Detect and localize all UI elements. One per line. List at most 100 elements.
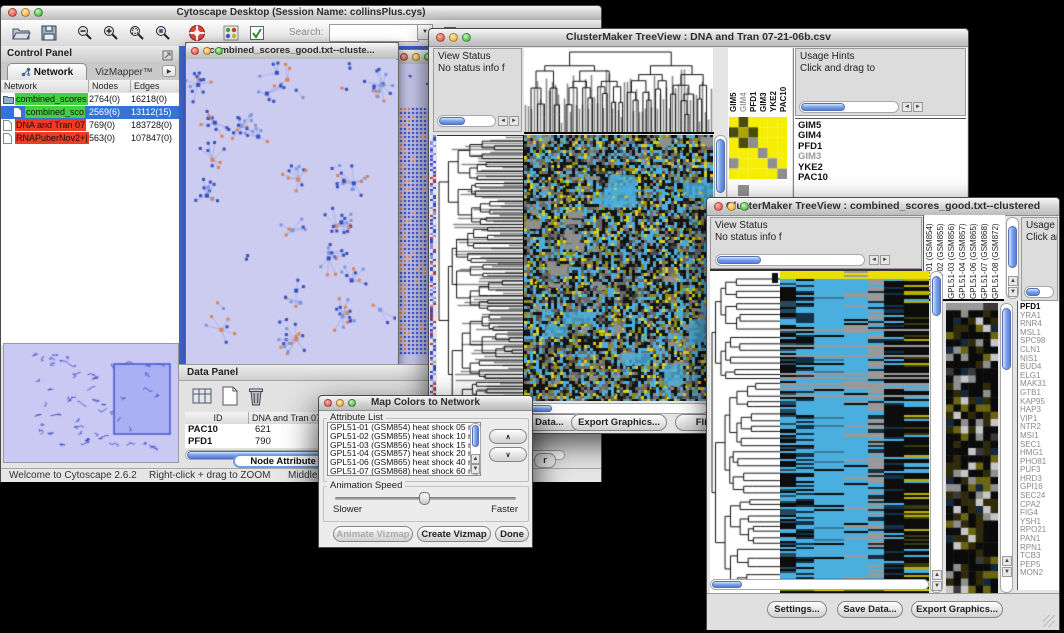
scrollbar-thumb[interactable] (801, 103, 845, 111)
slider-thumb[interactable] (419, 492, 430, 505)
zoom-out-icon[interactable] (73, 22, 97, 44)
zoom-in-icon[interactable] (99, 22, 123, 44)
attribute-item[interactable]: GPL51-01 (GSM854) heat shock 05 min (328, 423, 480, 432)
zoom-window-icon[interactable] (740, 202, 749, 211)
close-icon[interactable] (436, 33, 445, 42)
heatmap-vscrollbar[interactable]: ▲ ▼ (930, 271, 943, 593)
col-nodes[interactable]: Nodes (89, 80, 131, 92)
minimize-icon[interactable] (21, 8, 30, 17)
vscrollbar-thumb[interactable] (716, 139, 725, 193)
attribute-item[interactable]: GPL51-04 (GSM857) heat shock 20 min (328, 449, 480, 458)
scroll-up-icon[interactable]: ▲ (1002, 556, 1012, 566)
heatmap-hscrollbar[interactable] (524, 403, 708, 414)
view-status-scrollbar[interactable] (715, 254, 865, 266)
scroll-right-icon[interactable]: ► (913, 102, 923, 112)
scroll-up-icon[interactable]: ▲ (471, 454, 480, 464)
attribute-item[interactable]: GPL51-02 (GSM855) heat shock 10 min (328, 432, 480, 441)
network-row[interactable]: DNA and Tran 07 769(0) 183728(0) (1, 119, 179, 132)
minimize-icon[interactable] (336, 399, 344, 407)
col-network[interactable]: Network (1, 80, 89, 92)
usage-hints-scrollbar[interactable] (1024, 286, 1054, 298)
minimize-icon[interactable] (727, 202, 736, 211)
minimize-icon[interactable] (412, 53, 420, 61)
attribute-item[interactable]: GPL51-06 (GSM865) heat shock 40 min (328, 458, 480, 467)
open-file-button[interactable] (9, 22, 33, 44)
zoom-window-icon[interactable] (215, 47, 223, 55)
zoom-window-icon[interactable] (34, 8, 43, 17)
close-icon[interactable] (8, 8, 17, 17)
tab-network[interactable]: Network (7, 63, 87, 80)
row-dendrogram-canvas[interactable] (710, 271, 780, 593)
scroll-right-icon[interactable]: ► (880, 255, 890, 265)
save-data-button[interactable]: Save Data... (837, 601, 903, 618)
gene-label[interactable]: MON2 (1018, 569, 1059, 578)
help-icon[interactable] (185, 22, 209, 44)
close-icon[interactable] (324, 399, 332, 407)
animate-vizmap-button[interactable]: Animate Vizmap (333, 526, 413, 542)
row-dendrogram-canvas[interactable] (437, 135, 523, 422)
gpl-vscrollbar[interactable]: ▲ ▼ (1006, 217, 1019, 299)
minimize-icon[interactable] (449, 33, 458, 42)
treeview1-title-bar[interactable]: ClusterMaker TreeView : DNA and Tran 07-… (429, 29, 968, 47)
network-row-selected[interactable]: combined_sco 2569(6) 13112(15) (1, 106, 179, 119)
scroll-left-icon[interactable]: ◄ (498, 116, 508, 126)
minimize-icon[interactable] (203, 47, 211, 55)
search-input[interactable] (329, 24, 419, 42)
vscrollbar-thumb[interactable] (1002, 308, 1011, 370)
view-status-scrollbar[interactable] (437, 115, 496, 127)
done-button[interactable]: Done (495, 526, 529, 542)
treeview2-title-bar[interactable]: ClusterMaker TreeView : combined_scores_… (707, 198, 1059, 216)
listbox-vscrollbar[interactable]: ▲ ▼ (470, 423, 481, 475)
zoom-vscrollbar[interactable]: ▲ ▼ (1000, 303, 1013, 593)
col-edges[interactable]: Edges (131, 80, 179, 92)
export-graphics-button[interactable]: Export Graphics... (911, 601, 1003, 618)
scrollbar-thumb[interactable] (1026, 288, 1040, 296)
close-icon[interactable] (191, 47, 199, 55)
plugins-icon[interactable] (219, 22, 243, 44)
scroll-up-icon[interactable]: ▲ (1008, 276, 1018, 286)
attribute-item[interactable]: GPL51-03 (GSM856) heat shock 15 min (328, 441, 480, 450)
move-up-button[interactable]: ∧ (489, 429, 527, 444)
col-id[interactable]: ID (185, 412, 249, 424)
network-graph-canvas[interactable] (186, 59, 396, 363)
more-tabs-icon[interactable]: ▶ (162, 65, 176, 77)
main-title-bar[interactable]: Cytoscape Desktop (Session Name: collins… (1, 6, 601, 21)
annotation-icon[interactable] (245, 22, 269, 44)
zoom-window-icon[interactable] (462, 33, 471, 42)
scroll-up-icon[interactable]: ▲ (932, 570, 942, 580)
zoomed-heatmap-canvas[interactable] (946, 303, 998, 593)
heatmap-canvas[interactable] (780, 271, 929, 593)
scroll-right-icon[interactable]: ► (509, 116, 519, 126)
tab-partial[interactable]: r (534, 453, 556, 468)
export-graphics-button[interactable]: Export Graphics... (571, 414, 667, 431)
correlation-matrix-canvas[interactable] (729, 117, 787, 179)
create-vizmap-button[interactable]: Create Vizmap (417, 526, 491, 542)
resize-grip[interactable] (1043, 615, 1055, 627)
network-row[interactable]: combined_scores 2764(0) 16218(0) (1, 93, 179, 106)
vscrollbar-thumb[interactable] (472, 425, 479, 447)
scroll-left-icon[interactable]: ◄ (869, 255, 879, 265)
close-icon[interactable] (714, 202, 723, 211)
network-overview-canvas[interactable] (6, 348, 174, 456)
new-attribute-icon[interactable] (219, 385, 241, 412)
scroll-down-icon[interactable]: ▼ (932, 581, 942, 591)
network-view-title-bar[interactable]: combined_scores_good.txt--cluste... (186, 43, 398, 60)
scroll-left-icon[interactable]: ◄ (902, 102, 912, 112)
vscrollbar-thumb[interactable] (1008, 226, 1017, 268)
heatmap-canvas[interactable] (524, 135, 713, 401)
column-dendrogram-canvas[interactable] (524, 48, 713, 132)
scrollbar-thumb[interactable] (439, 117, 465, 125)
scroll-down-icon[interactable]: ▼ (471, 464, 480, 474)
close-icon[interactable] (400, 53, 408, 61)
zoom-window-icon[interactable] (348, 399, 356, 407)
tab-vizmapper[interactable]: VizMapper™ (89, 64, 159, 80)
hscrollbar-thumb[interactable] (712, 581, 742, 588)
move-down-button[interactable]: ∨ (489, 447, 527, 462)
scroll-down-icon[interactable]: ▼ (1008, 287, 1018, 297)
attribute-item[interactable]: GPL51-07 (GSM868) heat shock 60 min (328, 467, 480, 476)
scrollbar-thumb[interactable] (717, 256, 761, 264)
delete-attribute-icon[interactable] (245, 385, 267, 412)
settings-button[interactable]: Settings... (767, 601, 827, 618)
vscrollbar-thumb[interactable] (932, 276, 941, 316)
network-row[interactable]: RNAPuberNov2+| 563(0) 107847(0) (1, 132, 179, 145)
